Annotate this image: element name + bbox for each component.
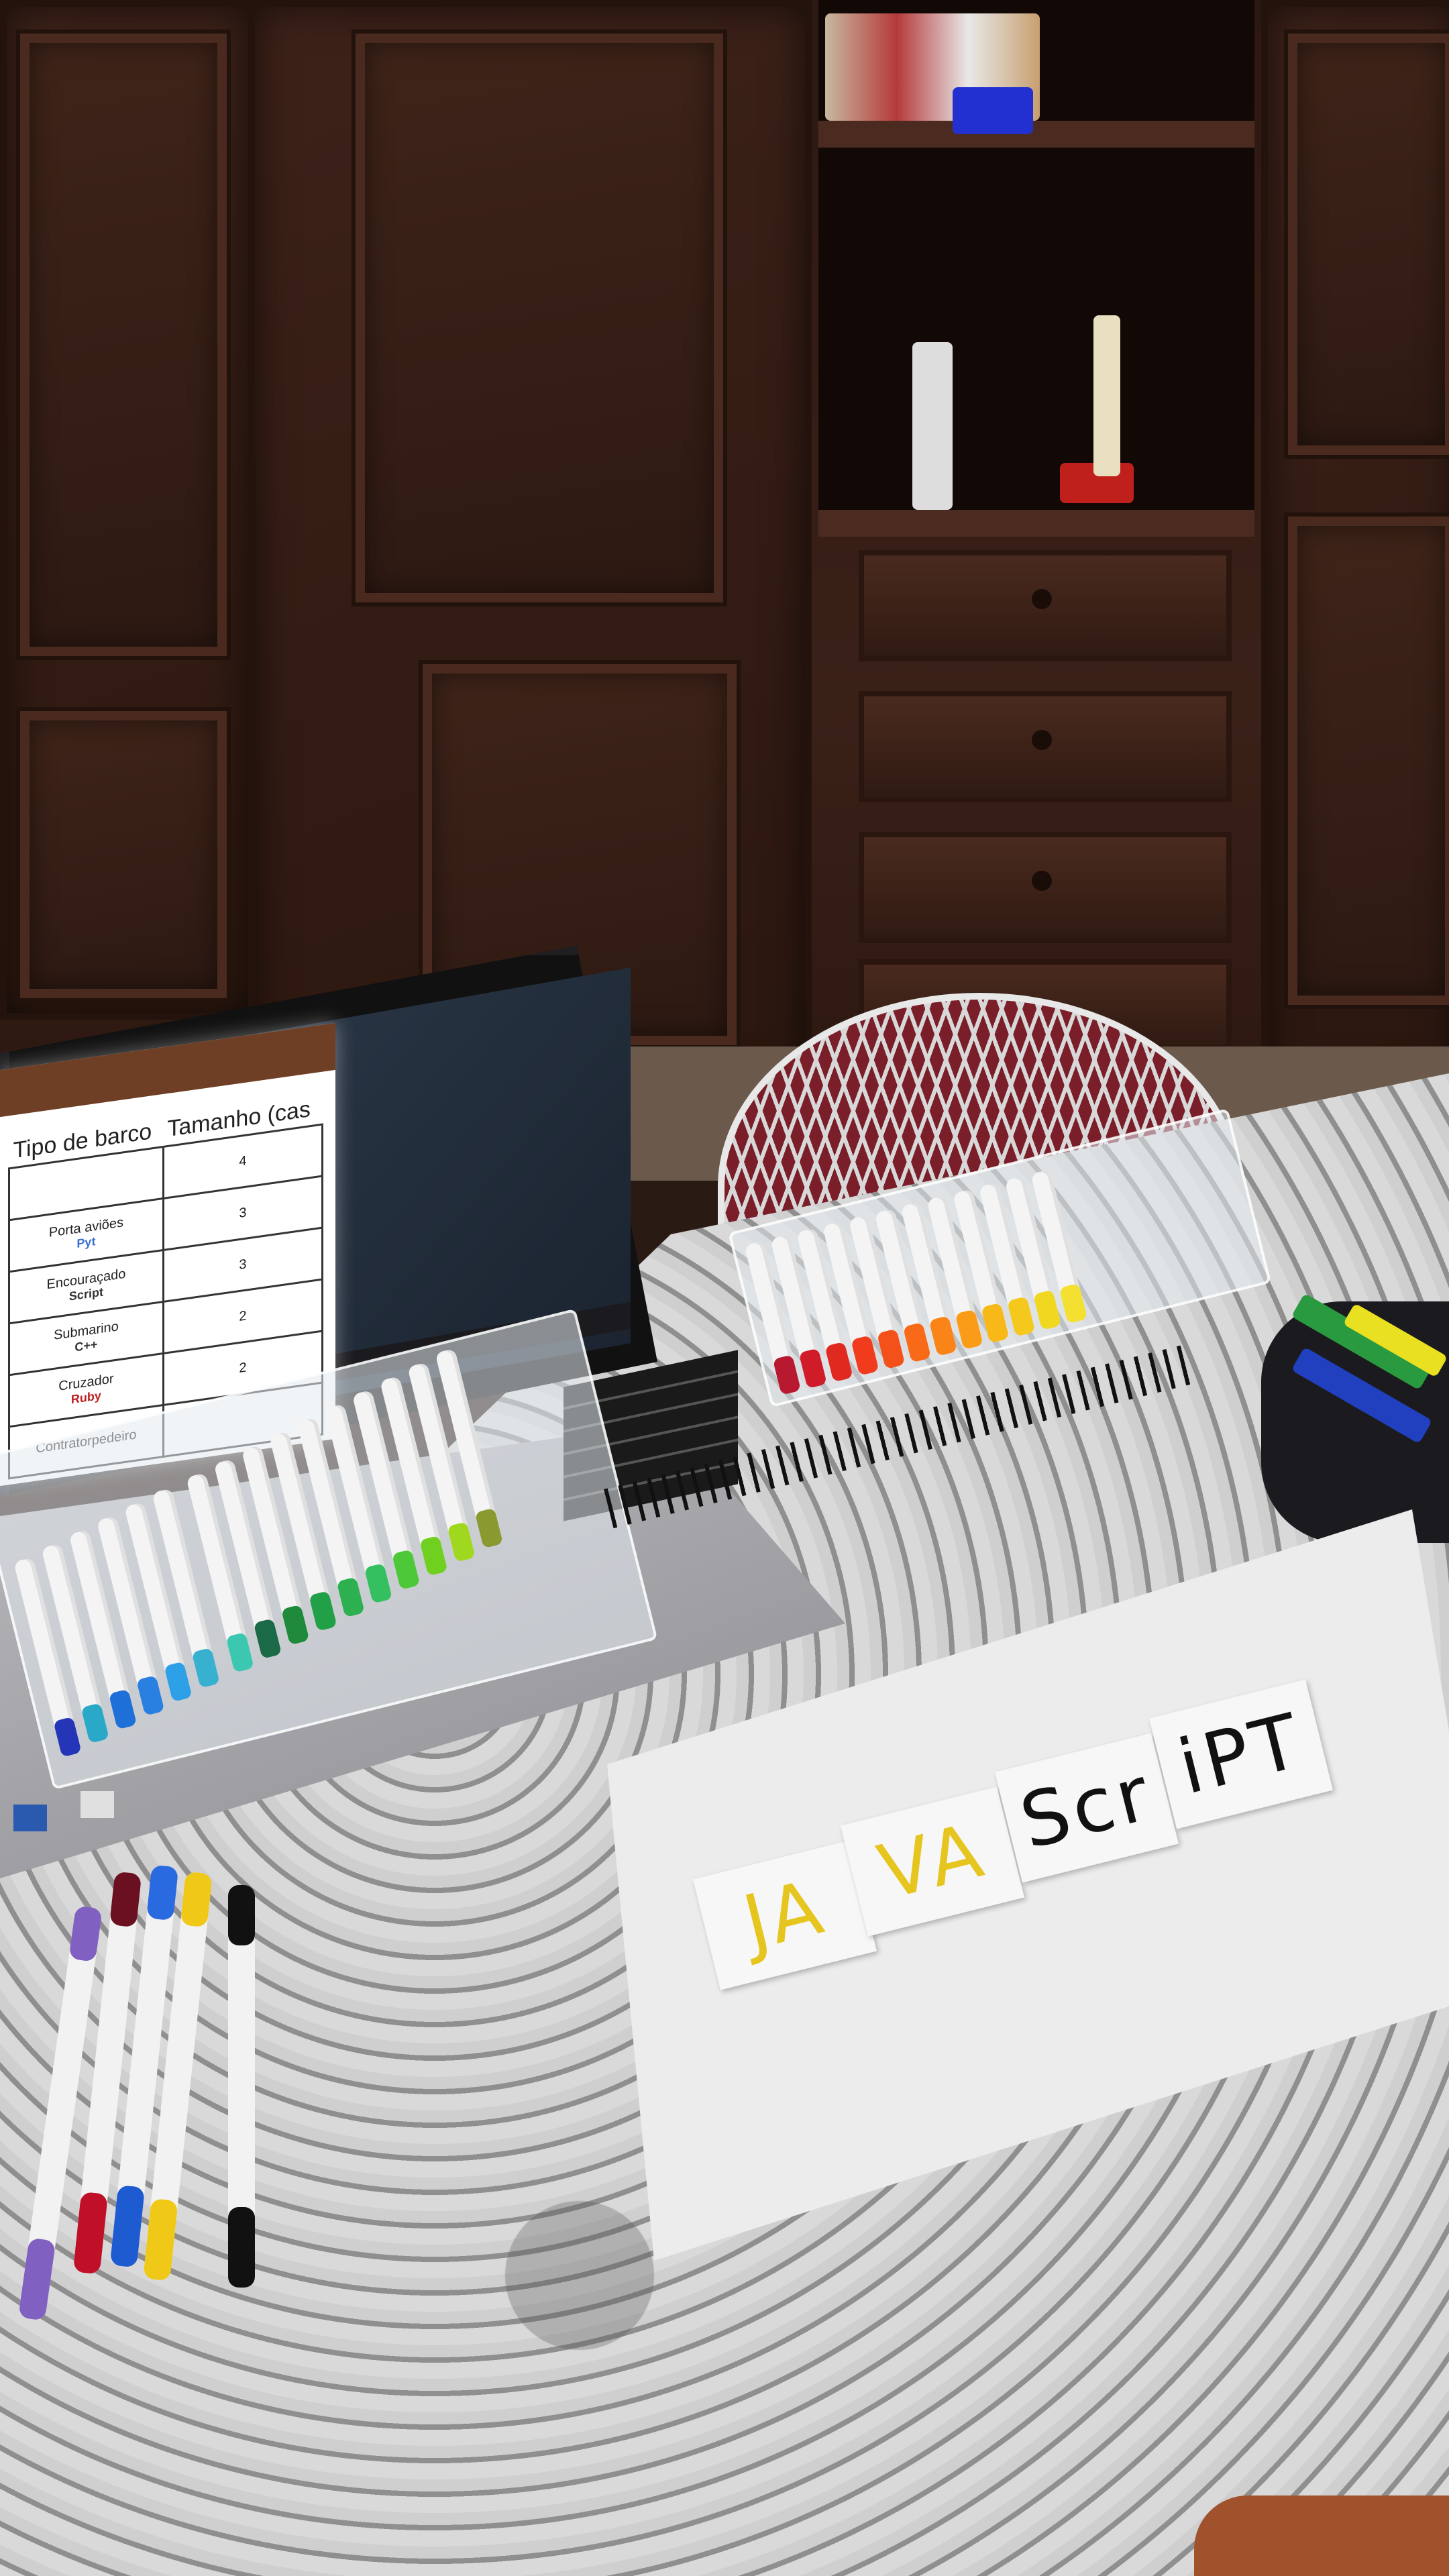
marker-cap [225, 1631, 254, 1673]
sticker [80, 1791, 114, 1818]
marker-cap [928, 1316, 958, 1356]
photo-scene: Tipo de barco Tamanho (cas 4 Porta aviõe… [0, 0, 1449, 2576]
shelf-board [818, 121, 1254, 148]
blue-cap [953, 87, 1033, 134]
marker-cap [902, 1322, 932, 1363]
marker-cap [309, 1591, 337, 1631]
pencil-case [1261, 1293, 1449, 1543]
intel-sticker [13, 1805, 47, 1831]
loose-marker [228, 1885, 255, 2288]
drawer [859, 550, 1232, 661]
marker-cap [364, 1562, 393, 1604]
language-label [14, 1173, 158, 1193]
marker-cap [53, 1716, 82, 1758]
marker-cap [981, 1302, 1010, 1344]
marker-cap [419, 1535, 448, 1576]
marker-cap [474, 1507, 504, 1549]
wardrobe-door-right [1261, 0, 1449, 1087]
marker-tip [228, 2207, 255, 2288]
drawer-knob [1032, 589, 1052, 609]
spray-bottle [912, 342, 953, 510]
door-panel [1288, 34, 1449, 455]
marker-cap [164, 1661, 193, 1703]
shelf-board [818, 510, 1254, 537]
marker-cap [108, 1688, 138, 1730]
drawer [859, 832, 1232, 943]
door-panel [356, 34, 723, 602]
drawer-knob [1032, 871, 1052, 891]
marker-cap [824, 1341, 853, 1383]
marker-cap [136, 1675, 165, 1716]
marker-tip [228, 1885, 255, 1945]
door-panel [1288, 517, 1449, 1005]
brush [1093, 315, 1120, 476]
marker-tip [146, 1864, 179, 1921]
marker-tip [109, 1871, 142, 1928]
drawer [859, 691, 1232, 802]
marker-cap [191, 1647, 220, 1688]
marker-cap [1032, 1289, 1062, 1331]
marker-cap [1007, 1296, 1036, 1337]
door-panel [20, 711, 227, 998]
marker-cap [851, 1335, 879, 1376]
marker-cap [955, 1309, 983, 1350]
marker-cap [798, 1348, 827, 1389]
marker-cap [280, 1604, 310, 1646]
marker-cap [253, 1618, 282, 1659]
wardrobe-door-center [248, 0, 812, 1087]
marker-cap [391, 1549, 421, 1591]
door-panel [20, 34, 227, 656]
marker-cap [1059, 1283, 1088, 1324]
wardrobe-door-left [0, 0, 255, 1020]
arm [1194, 2496, 1449, 2576]
marker-tip [180, 1871, 213, 1928]
marker-cap [876, 1328, 906, 1370]
marker-cap [772, 1354, 802, 1395]
drawer-knob [1032, 730, 1052, 750]
marker-cap [336, 1576, 365, 1618]
marker-cap [447, 1521, 476, 1562]
marker-cap [80, 1703, 109, 1743]
